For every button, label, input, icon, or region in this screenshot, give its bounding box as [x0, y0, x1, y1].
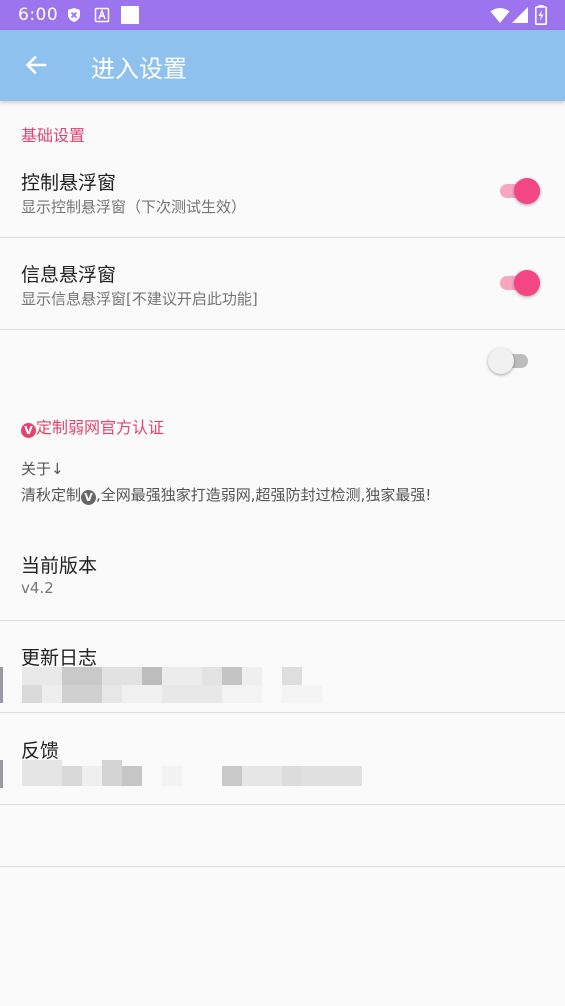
category-basic-settings: 基础设置 [21, 126, 86, 145]
divider [0, 804, 565, 805]
switch-thumb [514, 178, 540, 204]
control-float-window-switch[interactable] [496, 177, 540, 205]
status-time: 6:00 [18, 5, 59, 25]
app-bar: 进入设置 [0, 30, 565, 101]
pref-about[interactable]: 关于↓ 清秋定制 V ,全网最强独家打造弱网,超强防封过检测,独家最强! [0, 448, 565, 518]
pref-summary: 显示控制悬浮窗（下次测试生效） [21, 198, 247, 216]
v-badge-icon: V [81, 490, 97, 505]
signal-icon [512, 7, 528, 23]
shield-icon [68, 8, 80, 22]
pref-changelog[interactable]: 更新日志 [0, 621, 565, 712]
status-bar: 6:00 [0, 0, 565, 30]
pref-title: 反馈 [21, 740, 60, 762]
pref-title: 控制悬浮窗 [21, 172, 117, 194]
unnamed-switch[interactable] [488, 347, 532, 375]
switch-thumb [514, 270, 540, 296]
pref-summary: 显示信息悬浮窗[不建议开启此功能] [21, 290, 258, 308]
category-about-label: 定制弱网官方认证 [36, 418, 165, 437]
about-text-part: 清秋定制 [21, 486, 82, 504]
pref-info-float-window[interactable]: 信息悬浮窗 显示信息悬浮窗[不建议开启此功能] [0, 238, 565, 329]
pref-title: 信息悬浮窗 [21, 264, 117, 286]
square-icon [121, 6, 139, 24]
blurred-edge-bar [0, 667, 3, 703]
a-icon [94, 7, 110, 23]
wifi-icon [490, 8, 510, 23]
version-value: v4.2 [21, 579, 54, 597]
pref-title: 更新日志 [21, 647, 98, 669]
info-float-window-switch[interactable] [496, 269, 540, 297]
pref-title: 当前版本 [21, 555, 98, 577]
battery-icon [535, 5, 547, 25]
about-text-part: ,全网最强独家打造弱网,超强防封过检测,独家最强! [96, 486, 432, 504]
divider [0, 866, 565, 867]
v-badge-icon: V [21, 423, 36, 438]
about-text: 清秋定制 V ,全网最强独家打造弱网,超强防封过检测,独家最强! [21, 484, 431, 505]
category-about: V 定制弱网官方认证 [21, 414, 164, 438]
switch-thumb [488, 348, 514, 374]
back-button[interactable] [18, 47, 54, 83]
pref-control-float-window[interactable]: 控制悬浮窗 显示控制悬浮窗（下次测试生效） [0, 150, 565, 237]
pref-current-version[interactable]: 当前版本 v4.2 [0, 530, 565, 619]
arrow-left-icon[interactable] [25, 54, 47, 76]
blurred-edge-bar [0, 760, 3, 788]
pref-unnamed-switch[interactable] [0, 330, 565, 392]
page-title: 进入设置 [91, 55, 187, 83]
about-title: 关于↓ [21, 460, 64, 478]
pref-feedback[interactable]: 反馈 [0, 713, 565, 804]
